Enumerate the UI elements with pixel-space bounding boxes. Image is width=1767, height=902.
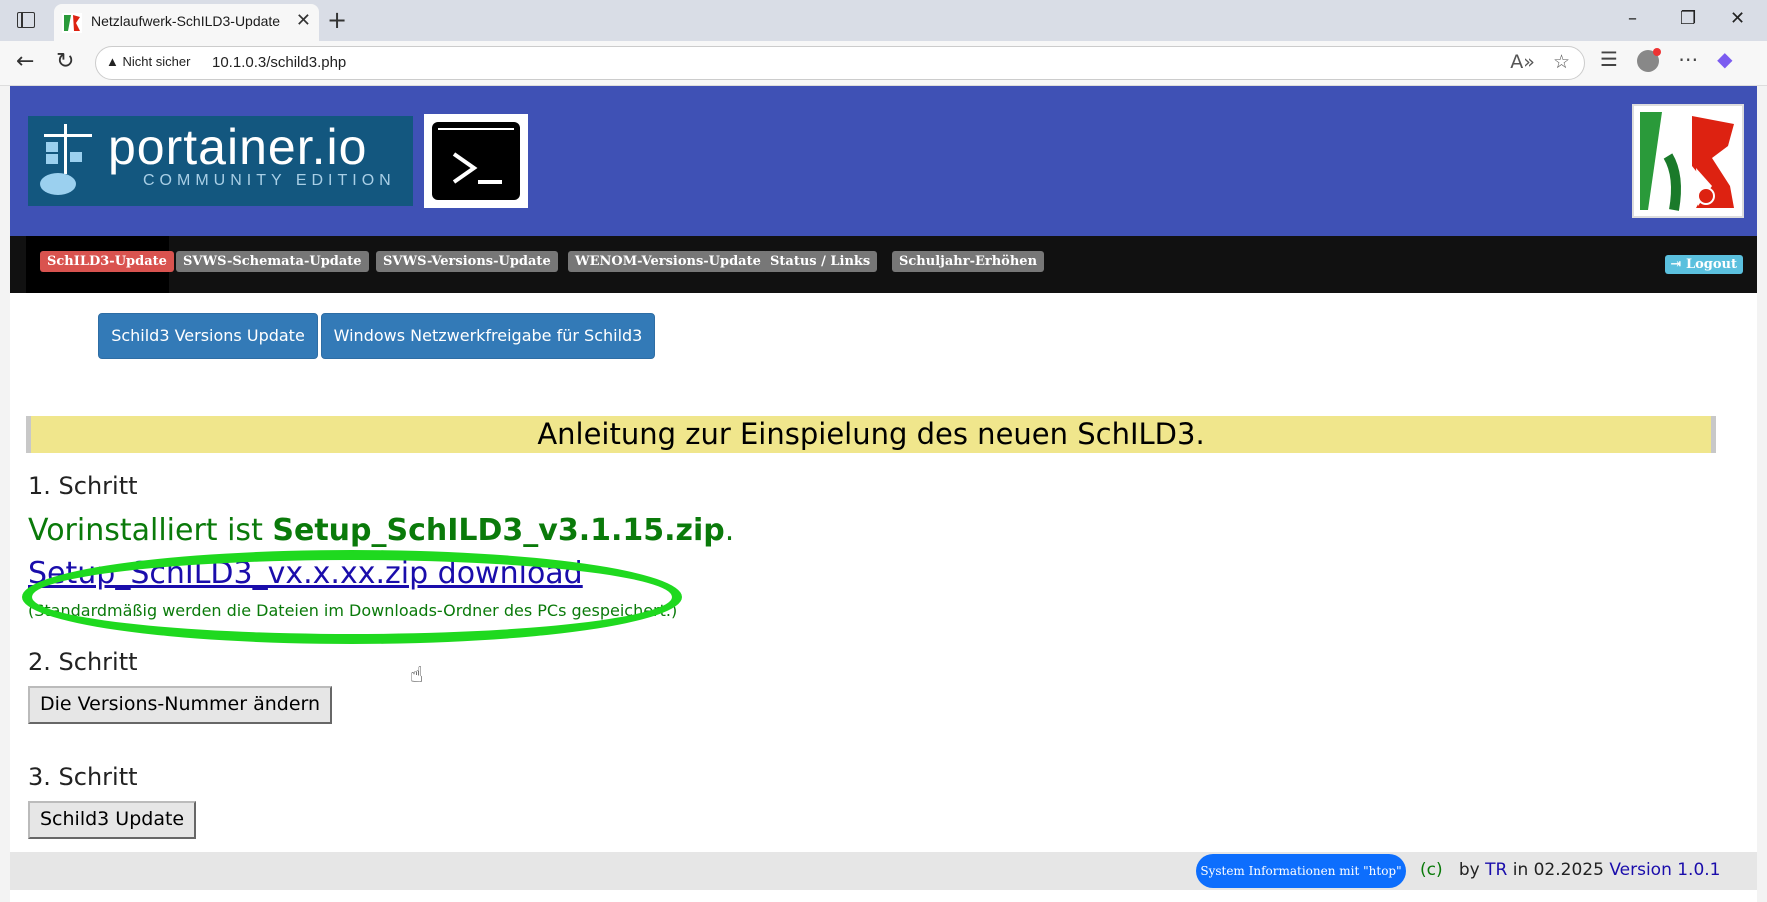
back-icon[interactable]: ← bbox=[16, 49, 34, 74]
portainer-crane-icon bbox=[40, 124, 92, 195]
step1-heading: 1. Schritt bbox=[28, 472, 138, 500]
main-nav: SchILD3-Update SVWS-Schemata-Update SVWS… bbox=[10, 236, 1757, 293]
preinstalled-prefix: Vorinstalliert ist bbox=[28, 513, 273, 548]
nav-item-schild3-update[interactable]: SchILD3-Update bbox=[26, 236, 174, 293]
close-tab-icon[interactable]: ✕ bbox=[296, 10, 311, 31]
copyright-mark: (c) bbox=[1420, 860, 1443, 880]
nav-item-schuljahr-erhoehen[interactable]: Schuljahr-Erhöhen bbox=[892, 236, 1045, 293]
logout-icon: ⇥ bbox=[1670, 257, 1682, 272]
preinstalled-file: Setup_SchILD3_v3.1.15.zip bbox=[272, 513, 725, 548]
change-version-button[interactable]: Die Versions-Nummer ändern bbox=[28, 686, 333, 724]
netzwerkfreigabe-button[interactable]: Windows Netzwerkfreigabe für Schild3 bbox=[321, 313, 655, 359]
credit-by: by bbox=[1458, 860, 1480, 880]
footer-credit: (c) by TR in 02.2025 Version 1.0.1 bbox=[1420, 860, 1721, 880]
logout-label: Logout bbox=[1685, 257, 1737, 272]
new-tab-icon[interactable]: + bbox=[327, 6, 347, 34]
read-aloud-icon[interactable]: A» bbox=[1510, 51, 1535, 73]
step3-heading: 3. Schritt bbox=[28, 763, 138, 791]
toolbar-icons: ☰ ⋯ ◆ bbox=[1600, 47, 1733, 72]
url-text[interactable]: 10.1.0.3/schild3.php bbox=[212, 54, 346, 71]
restore-icon[interactable]: ❐ bbox=[1680, 8, 1696, 29]
hand-cursor-icon: ☝ bbox=[410, 663, 424, 688]
portainer-edition: COMMUNITY EDITION bbox=[143, 172, 396, 189]
copilot-icon[interactable]: ◆ bbox=[1717, 47, 1732, 71]
preinstalled-suffix: . bbox=[724, 513, 735, 548]
schild3-update-button[interactable]: Schild3 Update bbox=[28, 801, 197, 839]
logout-button[interactable]: ⇥ Logout bbox=[1664, 255, 1743, 274]
reload-icon[interactable]: ↻ bbox=[56, 49, 74, 74]
nav-item-svws-versions-update[interactable]: SVWS-Versions-Update bbox=[376, 236, 558, 293]
nav-item-status-links[interactable]: Status / Links bbox=[763, 236, 878, 293]
nav-label: SVWS-Versions-Update bbox=[376, 251, 558, 272]
tab-title: Netzlaufwerk-SchILD3-Update bbox=[91, 13, 281, 29]
version-link[interactable]: Version 1.0.1 bbox=[1609, 860, 1720, 880]
tab-bar: Netzlaufwerk-SchILD3-Update ✕ + – ❐ ✕ bbox=[0, 0, 1767, 41]
htop-button[interactable]: System Informationen mit "htop" bbox=[1196, 854, 1406, 888]
favorites-icon[interactable]: ☰ bbox=[1600, 47, 1618, 71]
browser-window: Netzlaufwerk-SchILD3-Update ✕ + – ❐ ✕ ← … bbox=[0, 0, 1767, 902]
terminal-icon bbox=[432, 122, 520, 200]
browser-tab[interactable]: Netzlaufwerk-SchILD3-Update ✕ bbox=[54, 4, 319, 41]
minimize-icon[interactable]: – bbox=[1628, 8, 1637, 29]
portainer-name: portainer.io bbox=[108, 119, 368, 175]
terminal-button[interactable] bbox=[424, 114, 528, 208]
sidebar-toggle-icon[interactable] bbox=[17, 12, 35, 28]
schild3-versions-update-button[interactable]: Schild3 Versions Update bbox=[98, 313, 318, 359]
nav-label: SVWS-Schemata-Update bbox=[176, 251, 369, 272]
nrw-coat-of-arms bbox=[1632, 104, 1744, 218]
nav-item-wenom-versions-update[interactable]: WENOM-Versions-Update bbox=[568, 236, 768, 293]
favorite-star-icon[interactable]: ☆ bbox=[1553, 51, 1570, 73]
portainer-logo[interactable]: portainer.io COMMUNITY EDITION bbox=[28, 116, 413, 206]
address-field[interactable]: ▲ Nicht sicher 10.1.0.3/schild3.php A» ☆ bbox=[95, 46, 1585, 80]
close-window-icon[interactable]: ✕ bbox=[1730, 8, 1745, 29]
author-link[interactable]: TR bbox=[1485, 860, 1507, 880]
highlight-annotation bbox=[22, 550, 682, 644]
credit-date: in 02.2025 bbox=[1512, 860, 1604, 880]
nrw-favicon-icon bbox=[62, 13, 82, 33]
web-page: portainer.io COMMUNITY EDITION SchILD3-U… bbox=[10, 86, 1757, 902]
address-bar-row: ← ↻ ▲ Nicht sicher 10.1.0.3/schild3.php … bbox=[0, 41, 1767, 86]
nav-label: Status / Links bbox=[763, 251, 878, 272]
nav-label: SchILD3-Update bbox=[40, 251, 174, 272]
step2-heading: 2. Schritt bbox=[28, 648, 138, 676]
preinstalled-info: Vorinstalliert ist Setup_SchILD3_v3.1.15… bbox=[28, 513, 734, 548]
nav-label: WENOM-Versions-Update bbox=[568, 251, 768, 272]
nav-label: Schuljahr-Erhöhen bbox=[892, 251, 1045, 272]
url-actions: A» ☆ bbox=[1510, 51, 1570, 73]
more-menu-icon[interactable]: ⋯ bbox=[1678, 47, 1698, 71]
not-secure-label: Nicht sicher bbox=[122, 54, 191, 69]
security-indicator[interactable]: ▲ Nicht sicher bbox=[106, 54, 190, 69]
profile-avatar[interactable] bbox=[1637, 47, 1662, 72]
nav-item-svws-schemata-update[interactable]: SVWS-Schemata-Update bbox=[176, 236, 369, 293]
instructions-banner: Anleitung zur Einspielung des neuen SchI… bbox=[26, 416, 1716, 453]
page-footer: System Informationen mit "htop" (c) by T… bbox=[10, 852, 1757, 890]
page-header: portainer.io COMMUNITY EDITION bbox=[10, 86, 1757, 236]
